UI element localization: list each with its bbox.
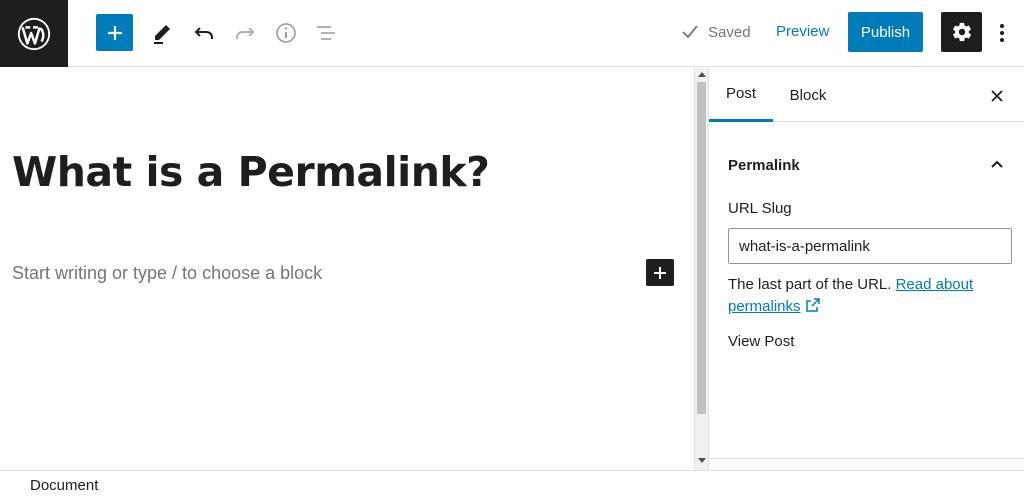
info-icon [276,23,296,43]
add-block-button[interactable] [96,14,133,51]
editor-scrollbar[interactable] [694,68,708,470]
undo-button[interactable] [189,18,219,48]
scroll-thumb[interactable] [697,82,706,414]
list-view-icon [317,26,335,40]
scroll-up-icon[interactable] [698,72,706,77]
list-view-button[interactable] [311,18,341,48]
editor-footer: Document [0,470,1024,497]
more-vertical-icon [1000,24,1004,28]
divider [709,458,1024,459]
check-icon [682,25,698,39]
more-options-button[interactable] [994,18,1010,48]
publish-button[interactable]: Publish [848,12,923,52]
url-slug-input[interactable] [728,228,1012,264]
saved-status: Saved [680,22,751,42]
settings-button[interactable] [941,12,982,52]
editor-header: Saved Preview Publish [0,0,1024,67]
chevron-up-icon [991,160,1003,168]
scroll-down-icon[interactable] [698,458,706,463]
wordpress-logo-button[interactable] [0,0,68,67]
wordpress-icon [17,17,51,50]
gear-icon [952,22,971,42]
breadcrumb[interactable]: Document [30,477,98,494]
editor-canvas: What is a Permalink? Start writing or ty… [0,68,694,470]
saved-label: Saved [708,23,751,41]
tab-post[interactable]: Post [709,68,773,122]
pencil-icon [154,25,170,44]
plus-icon [107,25,122,40]
url-slug-label: URL Slug [728,200,792,217]
panel-title: Permalink [728,157,800,174]
tools-button[interactable] [147,18,177,48]
undo-icon [194,27,213,39]
sidebar-tabs: Post Block [709,68,1024,122]
tab-block[interactable]: Block [777,68,839,122]
redo-icon [236,27,255,39]
help-text: The last part of the URL. [728,276,892,293]
post-title[interactable]: What is a Permalink? [12,148,490,196]
permalink-help: The last part of the URL. Read about per… [728,274,1018,318]
details-button[interactable] [271,18,301,48]
inline-add-block-button[interactable] [646,259,674,286]
close-sidebar-button[interactable] [985,84,1009,108]
close-icon [991,90,1003,102]
preview-button[interactable]: Preview [776,23,829,40]
plus-icon [654,266,666,279]
view-post-link[interactable]: View Post [728,333,794,350]
permalink-panel-toggle[interactable]: Permalink [709,142,1024,186]
external-link-icon [805,298,820,312]
redo-button[interactable] [230,18,260,48]
settings-sidebar: Post Block Permalink URL Slug The last p… [708,68,1024,470]
block-placeholder[interactable]: Start writing or type / to choose a bloc… [12,263,322,284]
